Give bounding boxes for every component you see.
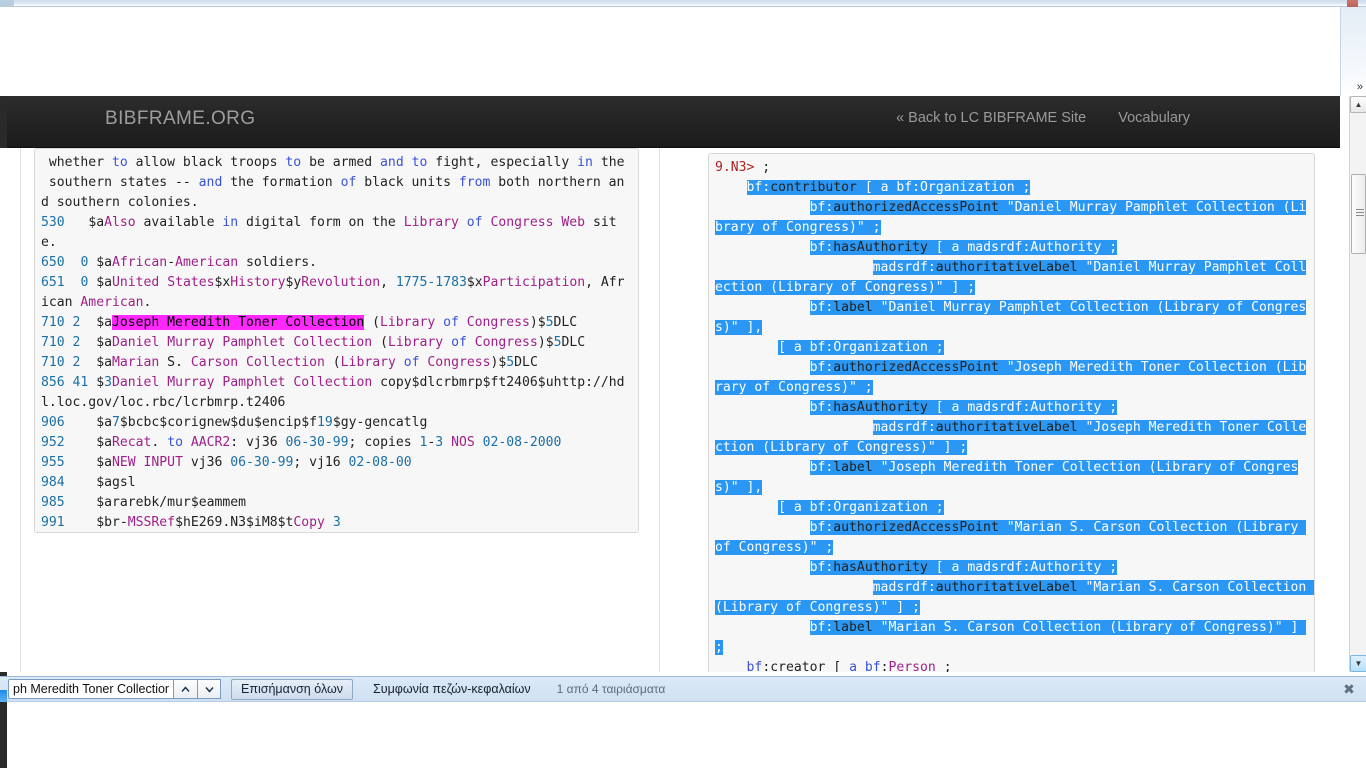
screen: » BIBFRAME.ORG « Back to LC BIBFRAME Sit… <box>0 0 1366 768</box>
browser-toolbar-blank <box>0 7 1340 96</box>
site-nav: « Back to LC BIBFRAME Site Vocabulary <box>896 110 1190 126</box>
rdf-turtle-text[interactable]: 9.N3> ; bf:contributor [ a bf:Organizati… <box>708 153 1315 672</box>
close-icon[interactable]: ✖ <box>1342 682 1356 696</box>
page-scrollbar-vertical[interactable]: ▲ ▼ <box>1349 96 1366 672</box>
site-header: BIBFRAME.ORG « Back to LC BIBFRAME Site … <box>0 96 1340 148</box>
toolbar-overflow-icon[interactable]: » <box>1357 82 1363 93</box>
marc-record-text[interactable]: whether to allow black troops to be arme… <box>34 148 639 534</box>
nav-back-to-lc[interactable]: « Back to LC BIBFRAME Site <box>896 110 1086 126</box>
scroll-down-arrow-icon[interactable]: ▼ <box>1350 655 1366 672</box>
nav-vocabulary[interactable]: Vocabulary <box>1118 110 1190 126</box>
scrollbar-grip-icon <box>1356 209 1364 216</box>
highlight-all-button[interactable]: Επισήμανση όλων <box>231 678 354 700</box>
match-count-label: 1 από 4 ταιριάσματα <box>556 682 666 696</box>
scrollbar-thumb[interactable] <box>1351 174 1366 254</box>
page-bottom-blank <box>0 702 1366 768</box>
site-brand[interactable]: BIBFRAME.ORG <box>105 108 255 130</box>
match-case-toggle[interactable]: Συμφωνία πεζών-κεφαλαίων <box>373 682 531 696</box>
highlight-all-label: Επισήμανση όλων <box>241 682 344 696</box>
find-bar: Επισήμανση όλων Συμφωνία πεζών-κεφαλαίων… <box>0 676 1366 702</box>
match-case-label: Συμφωνία πεζών-κεφαλαίων <box>373 682 531 696</box>
marc-record-card: whether to allow black troops to be arme… <box>20 148 660 672</box>
find-input-group <box>8 679 221 699</box>
browser-toolbar-strip <box>0 0 1366 7</box>
browser-tab-stub[interactable] <box>0 0 14 6</box>
find-input[interactable] <box>8 679 173 699</box>
find-next-icon[interactable] <box>197 679 221 699</box>
find-match-highlight: Joseph Meredith Toner Collection <box>111 315 365 331</box>
left-edge-strip-bottom <box>0 702 7 768</box>
scroll-up-arrow-icon[interactable]: ▲ <box>1350 96 1366 113</box>
find-previous-icon[interactable] <box>173 679 197 699</box>
page-content: whether to allow black troops to be arme… <box>0 148 1340 672</box>
browser-toolbar-right-rail: » <box>1340 7 1366 96</box>
